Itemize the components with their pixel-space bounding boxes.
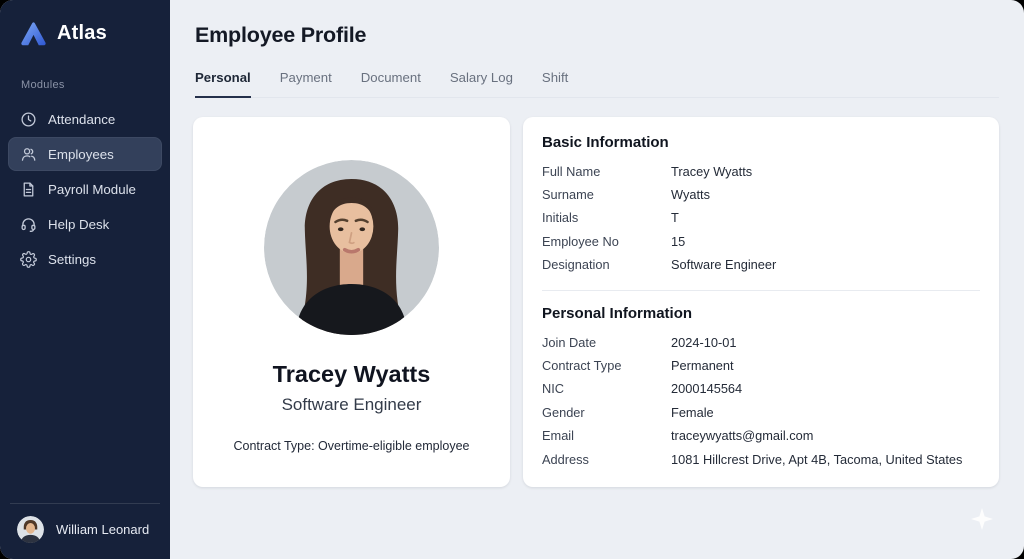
atlas-logo-icon <box>19 19 48 48</box>
info-row-contract-type: Contract Type Permanent <box>542 354 980 377</box>
info-label: Address <box>542 451 589 467</box>
info-value: Tracey Wyatts <box>671 163 753 179</box>
sidebar-item-label: Employees <box>48 146 114 162</box>
sidebar: Atlas Modules Attendance Employees Payro… <box>0 0 170 559</box>
employee-info-card: Basic Information Full Name Tracey Wyatt… <box>523 116 999 487</box>
sidebar-section-label: Modules <box>21 79 65 91</box>
info-row-designation: Designation Software Engineer <box>542 253 980 276</box>
tab-bar: Personal Payment Document Salary Log Shi… <box>195 70 999 98</box>
basic-information-title: Basic Information <box>542 133 669 151</box>
tab-shift[interactable]: Shift <box>542 70 568 98</box>
sidebar-nav: Attendance Employees Payroll Module Help… <box>0 102 170 277</box>
logo: Atlas <box>0 0 170 48</box>
sidebar-item-attendance[interactable]: Attendance <box>8 102 162 136</box>
sidebar-item-help-desk[interactable]: Help Desk <box>8 207 162 241</box>
info-value: Wyatts <box>671 186 710 202</box>
info-label: Surname <box>542 186 594 202</box>
info-label: Initials <box>542 210 579 226</box>
info-value: Permanent <box>671 357 734 373</box>
sidebar-item-label: Attendance <box>48 111 116 127</box>
info-label: Email <box>542 428 574 444</box>
page-title: Employee Profile <box>195 23 367 47</box>
info-value: 2000145564 <box>671 381 743 397</box>
info-row-nic: NIC 2000145564 <box>542 377 980 400</box>
user-avatar <box>17 516 44 543</box>
info-row-address: Address 1081 Hillcrest Drive, Apt 4B, Ta… <box>542 448 980 471</box>
info-value: T <box>671 210 679 226</box>
info-value: 2024-10-01 <box>671 334 737 350</box>
document-icon <box>20 181 37 198</box>
current-user[interactable]: William Leonard <box>0 504 170 559</box>
personal-information-title: Personal Information <box>542 304 693 322</box>
info-row-gender: Gender Female <box>542 401 980 424</box>
cards-row: Tracey Wyatts Software Engineer Contract… <box>193 116 999 487</box>
info-row-join-date: Join Date 2024-10-01 <box>542 331 980 354</box>
tab-salary-log[interactable]: Salary Log <box>450 70 513 98</box>
main-content: Employee Profile Personal Payment Docume… <box>170 0 1024 559</box>
profile-summary-card: Tracey Wyatts Software Engineer Contract… <box>193 116 510 487</box>
info-label: Full Name <box>542 163 601 179</box>
info-row-initials: Initials T <box>542 206 980 229</box>
clock-icon <box>20 111 37 128</box>
employee-designation: Software Engineer <box>281 394 422 414</box>
gear-icon <box>20 250 37 268</box>
info-row-surname: Surname Wyatts <box>542 183 980 206</box>
sidebar-item-settings[interactable]: Settings <box>8 242 162 276</box>
sidebar-item-label: Settings <box>48 251 97 267</box>
tab-payment[interactable]: Payment <box>280 70 332 98</box>
sidebar-item-employees[interactable]: Employees <box>8 137 162 171</box>
info-value: Software Engineer <box>671 257 777 273</box>
sidebar-item-label: Payroll Module <box>48 181 136 197</box>
info-label: Employee No <box>542 233 619 249</box>
employee-name: Tracey Wyatts <box>272 360 431 387</box>
section-divider <box>542 289 980 291</box>
app-title: Atlas <box>57 22 107 44</box>
headset-icon <box>20 216 37 233</box>
tab-document[interactable]: Document <box>361 70 421 98</box>
info-value: Female <box>671 404 714 420</box>
info-label: NIC <box>542 381 565 397</box>
contract-note: Contract Type: Overtime-eligible employe… <box>233 438 470 453</box>
info-label: Gender <box>542 404 585 420</box>
info-label: Designation <box>542 257 610 273</box>
info-value: 1081 Hillcrest Drive, Apt 4B, Tacoma, Un… <box>671 451 963 467</box>
app-window: Atlas Modules Attendance Employees Payro… <box>0 0 1024 559</box>
employee-photo <box>264 159 439 335</box>
info-row-employee-no: Employee No 15 <box>542 230 980 253</box>
info-value: 15 <box>671 233 686 249</box>
sidebar-item-payroll-module[interactable]: Payroll Module <box>8 172 162 206</box>
person-icon <box>20 146 37 163</box>
info-label: Contract Type <box>542 357 622 373</box>
info-row-full-name: Full Name Tracey Wyatts <box>542 160 980 183</box>
tab-personal[interactable]: Personal <box>195 70 251 98</box>
info-row-email: Email traceywyatts@gmail.com <box>542 424 980 447</box>
user-name: William Leonard <box>56 522 150 537</box>
info-value: traceywyatts@gmail.com <box>671 428 814 444</box>
sparkle-icon <box>970 507 994 536</box>
info-label: Join Date <box>542 334 597 350</box>
sidebar-item-label: Help Desk <box>48 216 110 232</box>
